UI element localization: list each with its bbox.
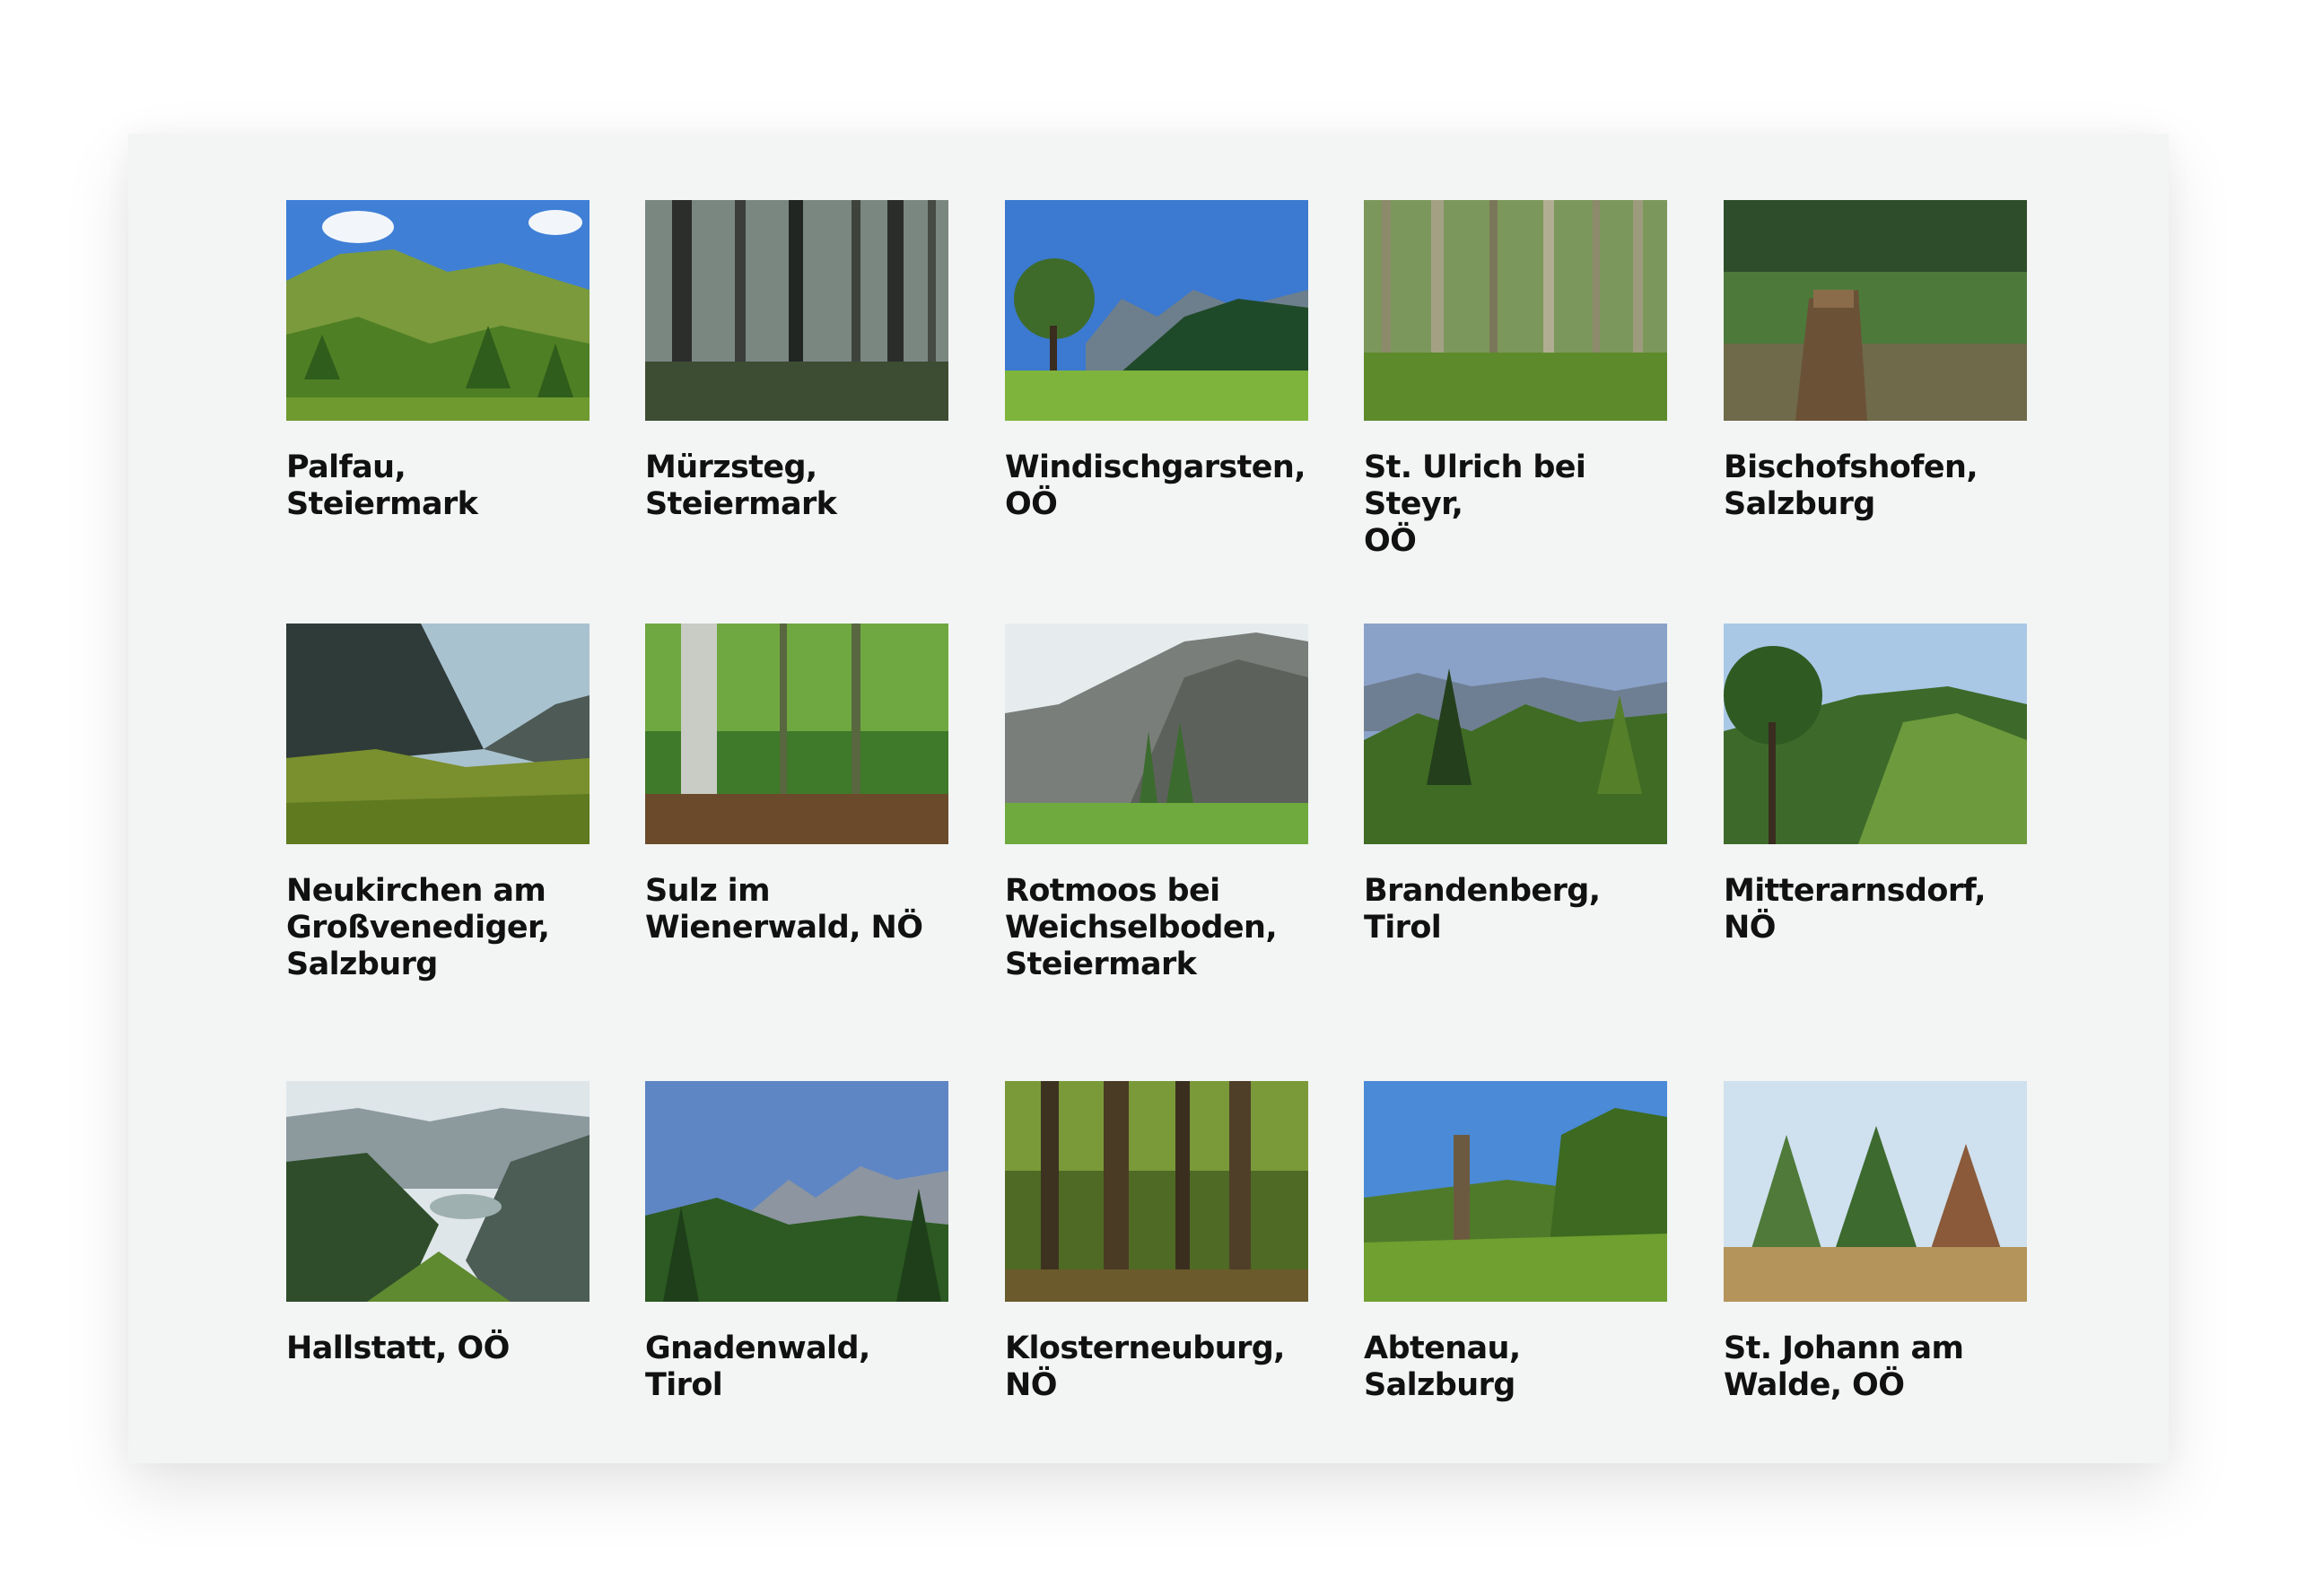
gallery-caption: St. Johann am Walde, OÖ (1724, 1330, 1964, 1403)
gallery-item[interactable]: Gnadenwald, Tirol (645, 1081, 948, 1404)
mountain-shrubs-photo[interactable] (286, 624, 590, 844)
gallery-item[interactable]: Neukirchen am Großvenediger, Salzburg (286, 624, 590, 983)
gallery-item[interactable]: Rotmoos bei Weichselboden, Steiermark (1005, 624, 1308, 983)
gallery-caption: St. Ulrich bei Steyr, OÖ (1364, 449, 1586, 559)
young-trees-photo[interactable] (1724, 1081, 2027, 1302)
gallery-caption: Rotmoos bei Weichselboden, Steiermark (1005, 873, 1278, 982)
gallery-caption: Neukirchen am Großvenediger, Salzburg (286, 873, 550, 982)
mountain-meadow-photo[interactable] (286, 200, 590, 421)
conifer-ridge-photo[interactable] (1364, 624, 1667, 844)
gallery-item[interactable]: Bischofshofen, Salzburg (1724, 200, 2027, 523)
gallery-item[interactable]: Windischgarsten, OÖ (1005, 200, 1308, 523)
gallery-caption: Sulz im Wienerwald, NÖ (645, 873, 923, 946)
hillside-clearing-photo[interactable] (1724, 624, 2027, 844)
gallery-item[interactable]: Mürzsteg, Steiermark (645, 200, 948, 523)
gallery-item[interactable]: St. Johann am Walde, OÖ (1724, 1081, 2027, 1404)
tree-stump-photo[interactable] (1724, 200, 2027, 421)
beech-forest-photo[interactable] (645, 624, 948, 844)
gallery-caption: Windischgarsten, OÖ (1005, 449, 1306, 522)
gallery-caption: Mürzsteg, Steiermark (645, 449, 837, 522)
karwendel-peaks-photo[interactable] (645, 1081, 948, 1302)
gallery-item[interactable]: Sulz im Wienerwald, NÖ (645, 624, 948, 946)
gallery-item[interactable]: Abtenau, Salzburg (1364, 1081, 1667, 1404)
limestone-valley-photo[interactable] (1005, 624, 1308, 844)
gallery-caption: Klosterneuburg, NÖ (1005, 1330, 1285, 1403)
dead-tree-photo[interactable] (1364, 1081, 1667, 1302)
lake-valley-photo[interactable] (286, 1081, 590, 1302)
gallery-caption: Gnadenwald, Tirol (645, 1330, 870, 1403)
gallery-caption: Palfau, Steiermark (286, 449, 478, 522)
gallery-caption: Bischofshofen, Salzburg (1724, 449, 1978, 522)
gallery-item[interactable]: St. Ulrich bei Steyr, OÖ (1364, 200, 1667, 560)
alpine-pasture-photo[interactable] (1005, 200, 1308, 421)
gallery-item[interactable]: Klosterneuburg, NÖ (1005, 1081, 1308, 1404)
gallery-caption: Hallstatt, OÖ (286, 1330, 510, 1366)
gallery-caption: Brandenberg, Tirol (1364, 873, 1601, 946)
gallery-item[interactable]: Mitterarnsdorf, NÖ (1724, 624, 2027, 946)
gallery-item[interactable]: Hallstatt, OÖ (286, 1081, 590, 1367)
gallery-caption: Mitterarnsdorf, NÖ (1724, 873, 1986, 946)
spruce-forest-photo[interactable] (645, 200, 948, 421)
gallery-item[interactable]: Brandenberg, Tirol (1364, 624, 1667, 946)
gallery-item[interactable]: Palfau, Steiermark (286, 200, 590, 523)
oak-forest-photo[interactable] (1005, 1081, 1308, 1302)
gallery-panel: Palfau, Steiermark Mürzsteg, Steiermark (128, 134, 2169, 1463)
gallery-caption: Abtenau, Salzburg (1364, 1330, 1521, 1403)
mixed-forest-photo[interactable] (1364, 200, 1667, 421)
